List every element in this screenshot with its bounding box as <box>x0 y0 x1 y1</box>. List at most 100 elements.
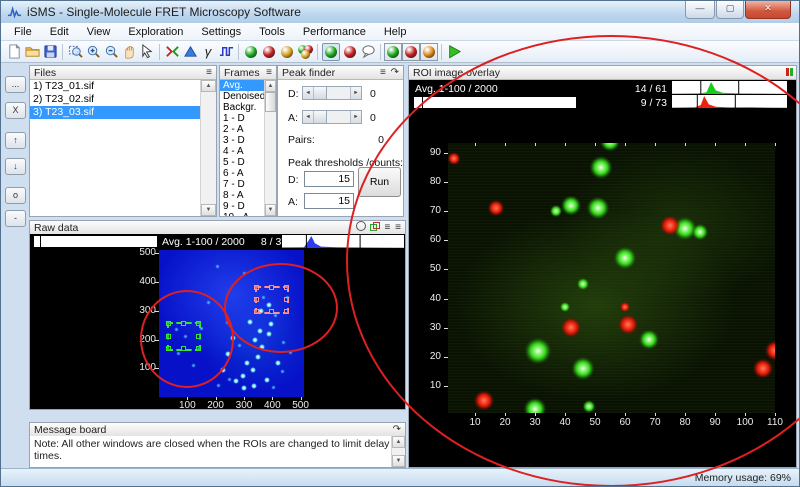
slider-position-marker[interactable] <box>422 97 423 108</box>
menu-file[interactable]: File <box>5 24 41 40</box>
annotation-balloon-icon[interactable] <box>360 44 376 60</box>
donor-threshold-input[interactable] <box>304 171 354 187</box>
roi-overlay-canvas[interactable]: Avg. 1-100 / 2000 14 / 61 9 / 73 90 80 70 6… <box>409 80 796 467</box>
panel-menu-icon[interactable]: ≡ <box>206 67 213 78</box>
move-file-up-button[interactable]: ↑ <box>5 132 26 149</box>
orange-channel-button[interactable] <box>420 42 438 61</box>
menu-exploration[interactable]: Exploration <box>119 24 192 40</box>
panel-menu-icon-2[interactable]: ≡ <box>395 222 402 233</box>
red-histogram[interactable] <box>672 95 787 108</box>
trace-pulse-icon[interactable] <box>218 44 234 60</box>
files-panel-header[interactable]: Files ≡ <box>30 66 216 80</box>
peak-triangle-icon[interactable] <box>182 44 198 60</box>
red-channel-button[interactable] <box>402 42 420 61</box>
scroll-up-icon[interactable]: ▲ <box>392 436 405 448</box>
slider-track[interactable] <box>314 111 350 123</box>
roi-overlay-image[interactable] <box>448 143 775 413</box>
channel-overlay-icon[interactable] <box>369 222 381 232</box>
autoscale-icon[interactable] <box>355 221 366 231</box>
acceptor-roi[interactable] <box>254 285 290 314</box>
save-icon[interactable] <box>42 44 58 60</box>
slider-track[interactable] <box>314 87 350 99</box>
message-scrollbar[interactable]: ▲ ▼ <box>391 436 405 467</box>
menu-help[interactable]: Help <box>375 24 416 40</box>
roi-handle[interactable] <box>196 346 202 352</box>
browse-files-button[interactable]: ... <box>5 76 26 93</box>
remove-file-button[interactable]: X <box>5 102 26 119</box>
gamma-icon[interactable]: γ <box>200 44 216 60</box>
raw-intensity-histogram[interactable] <box>282 235 404 248</box>
green-channel-button[interactable] <box>384 42 402 61</box>
open-file-icon[interactable] <box>24 44 40 60</box>
undock-icon[interactable]: ↷ <box>391 67 400 78</box>
slider-left-icon[interactable]: ◄ <box>303 111 314 123</box>
title-bar[interactable]: iSMS - Single-Molecule FRET Microscopy S… <box>1 1 799 24</box>
roi-handle[interactable] <box>269 285 275 291</box>
raw-data-canvas[interactable]: Avg. 1-100 / 2000 8 / 370 500 400 300 200 10… <box>30 234 405 409</box>
roi-handle[interactable] <box>166 321 172 327</box>
roi-handle[interactable] <box>196 333 202 339</box>
files-scrollbar[interactable]: ▲ ▼ <box>200 80 216 216</box>
roi-handle[interactable] <box>166 346 172 352</box>
zoom-selection-icon[interactable] <box>67 44 83 60</box>
panel-menu-icon[interactable]: ≡ <box>266 67 273 78</box>
file-list-item[interactable]: 1) T23_01.sif <box>30 80 216 93</box>
raw-data-header[interactable]: Raw data ≡ ≡ <box>30 221 405 235</box>
minimize-button[interactable]: — <box>685 1 715 19</box>
red-molecule-icon[interactable] <box>261 44 277 60</box>
frames-scrollbar[interactable]: ▲ ▼ <box>264 80 276 216</box>
file-list-item[interactable]: 2) T23_02.sif <box>30 93 216 106</box>
run-button[interactable]: Run <box>358 167 401 197</box>
panel-menu-icon[interactable]: ≡ <box>380 67 387 78</box>
scroll-down-icon[interactable]: ▼ <box>201 204 216 216</box>
red-green-channels-icon[interactable] <box>786 68 793 77</box>
maximize-button[interactable]: ▢ <box>716 1 744 19</box>
slider-left-icon[interactable]: ◄ <box>303 87 314 99</box>
donor-slider[interactable]: ◄ ► <box>302 86 362 100</box>
raw-image-plot[interactable] <box>159 250 304 397</box>
menu-settings[interactable]: Settings <box>192 24 250 40</box>
zoom-out-icon[interactable] <box>103 44 119 60</box>
roi-handle[interactable] <box>284 285 290 291</box>
scroll-up-icon[interactable]: ▲ <box>265 80 276 92</box>
scroll-down-icon[interactable]: ▼ <box>392 455 405 467</box>
menu-edit[interactable]: Edit <box>41 24 78 40</box>
undock-icon[interactable]: ↷ <box>393 424 402 435</box>
roi-frame-slider[interactable] <box>414 97 576 108</box>
slider-thumb[interactable] <box>314 111 327 123</box>
reload-file-button[interactable]: o <box>5 187 26 204</box>
menu-performance[interactable]: Performance <box>294 24 375 40</box>
roi-handle[interactable] <box>284 308 290 314</box>
roi-handle[interactable] <box>166 333 172 339</box>
run-analysis-icon[interactable] <box>446 44 462 60</box>
slider-thumb[interactable] <box>314 87 327 99</box>
files-list[interactable]: 1) T23_01.sif 2) T23_02.sif 3) T23_03.sif <box>30 80 216 119</box>
slider-position-marker[interactable] <box>40 236 41 247</box>
roi-handle[interactable] <box>196 321 202 327</box>
roi-handle[interactable] <box>181 346 187 352</box>
clear-file-button[interactable]: - <box>5 210 26 227</box>
frames-panel-header[interactable]: Frames ≡ <box>220 66 276 80</box>
datatip-cursor-icon[interactable] <box>139 44 155 60</box>
overlay-molecules-icon[interactable] <box>297 44 313 60</box>
file-list-item[interactable]: 3) T23_03.sif <box>30 106 216 119</box>
show-green-peaks-toggle[interactable] <box>322 42 340 61</box>
yellow-molecule-icon[interactable] <box>279 44 295 60</box>
roi-handle[interactable] <box>284 297 290 303</box>
donor-roi[interactable] <box>166 321 202 352</box>
green-molecule-icon[interactable] <box>243 44 259 60</box>
zoom-in-icon[interactable] <box>85 44 101 60</box>
peak-finder-header[interactable]: Peak finder ≡ ↷ <box>278 66 403 80</box>
move-file-down-button[interactable]: ↓ <box>5 158 26 175</box>
roi-handle[interactable] <box>254 297 260 303</box>
align-channels-icon[interactable] <box>164 44 180 60</box>
roi-handle[interactable] <box>181 321 187 327</box>
acceptor-slider[interactable]: ◄ ► <box>302 110 362 124</box>
menu-view[interactable]: View <box>78 24 120 40</box>
roi-handle[interactable] <box>254 308 260 314</box>
frame-slider[interactable] <box>34 236 157 247</box>
green-histogram[interactable] <box>672 81 787 94</box>
scroll-down-icon[interactable]: ▼ <box>265 204 276 216</box>
menu-tools[interactable]: Tools <box>250 24 294 40</box>
slider-right-icon[interactable]: ► <box>350 87 361 99</box>
